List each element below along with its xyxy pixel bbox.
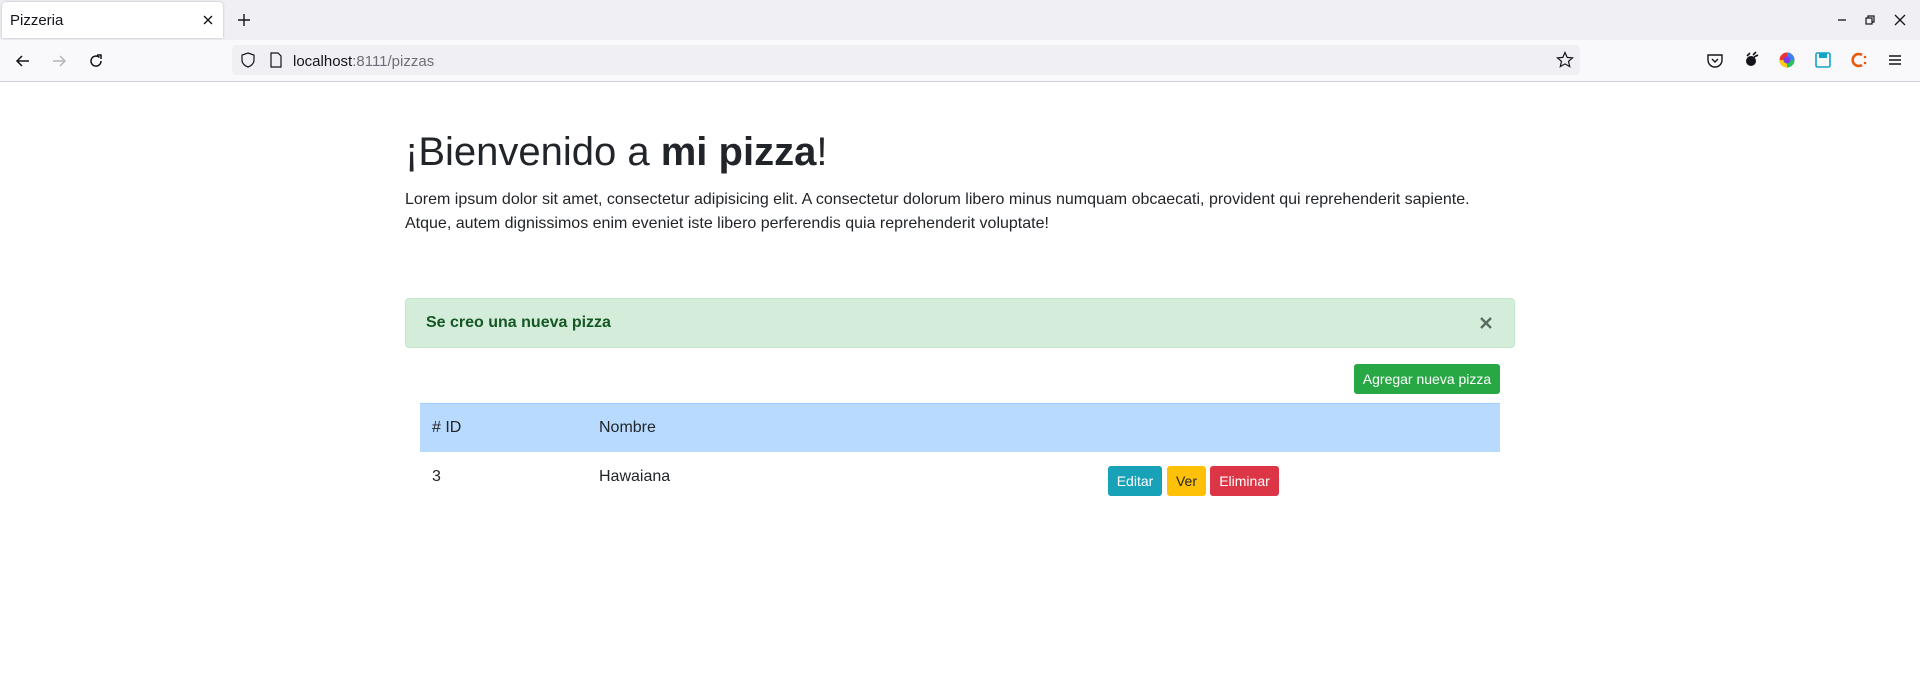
edit-button[interactable]: Editar [1108,466,1162,496]
title-prefix: ¡Bienvenido a [405,130,661,174]
navigation-toolbar: localhost:8111/pizzas [0,40,1920,82]
cell-id: 3 [432,468,441,485]
alert-message: Se creo una nueva pizza [426,314,611,331]
color-wheel-icon[interactable] [1778,51,1796,69]
close-icon[interactable] [200,12,216,28]
title-bold: mi pizza [660,130,817,174]
table-header: # ID Nombre [420,403,1500,452]
extension-c-icon[interactable] [1850,51,1868,69]
url-bar[interactable]: localhost:8111/pizzas [232,45,1580,75]
forward-arrow-icon[interactable] [50,52,68,70]
bookmark-star-icon[interactable] [1556,51,1574,69]
menu-icon[interactable] [1886,51,1904,69]
save-icon[interactable] [1814,51,1832,69]
view-button[interactable]: Ver [1167,466,1206,496]
minimize-icon[interactable] [1834,12,1850,28]
tab-title: Pizzeria [10,12,64,29]
window-close-icon[interactable] [1892,12,1908,28]
success-alert: Se creo una nueva pizza [405,298,1515,348]
url-text: localhost:8111/pizzas [293,53,434,70]
url-path: :8111/pizzas [352,53,435,70]
column-header-nombre: Nombre [599,419,656,436]
tab-strip: Pizzeria [0,0,1920,40]
restore-icon[interactable] [1862,12,1878,28]
shield-icon[interactable] [240,52,256,68]
plus-icon[interactable] [236,12,252,28]
title-suffix: ! [816,130,828,174]
cell-nombre: Hawaiana [599,468,671,485]
reload-icon[interactable] [87,52,105,70]
extension-icon[interactable] [1742,51,1760,69]
delete-button[interactable]: Eliminar [1210,466,1279,496]
url-host: localhost [293,53,353,70]
page-icon [270,52,282,68]
page-title: ¡Bienvenido a mi pizza! [405,128,827,176]
column-header-id: # ID [432,419,462,436]
back-arrow-icon[interactable] [14,52,32,70]
tab-pizzeria[interactable]: Pizzeria [2,2,223,38]
add-pizza-button[interactable]: Agregar nueva pizza [1354,364,1500,394]
close-icon[interactable] [1477,314,1495,332]
intro-text: Lorem ipsum dolor sit amet, consectetur … [405,191,1470,232]
pocket-icon[interactable] [1706,51,1724,69]
